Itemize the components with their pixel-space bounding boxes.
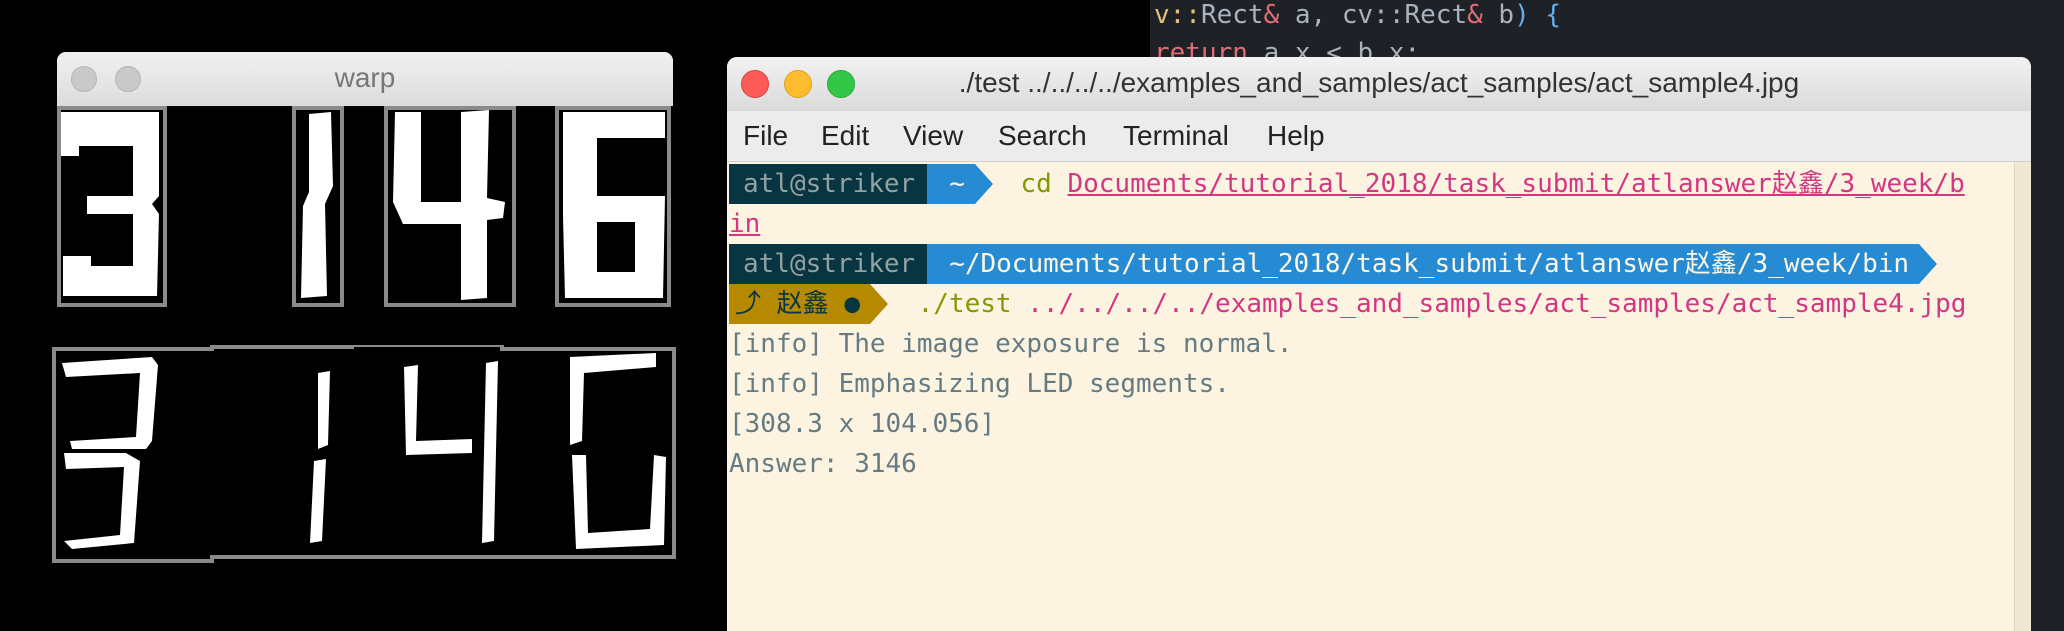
code-line: v::Rect& a, cv::Rect& b) { bbox=[1154, 0, 1562, 30]
segment-3-bottom bbox=[64, 453, 140, 549]
terminal-window: ./test ../../../../examples_and_samples/… bbox=[727, 57, 2031, 631]
prompt-path: ~/Documents/tutorial_2018/task_submit/at… bbox=[927, 244, 1920, 284]
warp-image bbox=[57, 106, 673, 307]
menu-help[interactable]: Help bbox=[1267, 120, 1325, 152]
segment-3-top bbox=[62, 357, 158, 449]
terminal-body[interactable]: atl@striker ~ cd Documents/tutorial_2018/… bbox=[727, 162, 2015, 631]
wrapped-line: in bbox=[729, 204, 760, 244]
segmented-digits-image bbox=[57, 106, 673, 307]
segment-4-left bbox=[404, 365, 472, 455]
output-line: [308.3 x 104.056] bbox=[729, 409, 996, 439]
led-segments-svg bbox=[52, 343, 676, 563]
git-branch: 赵鑫 ● bbox=[776, 289, 860, 319]
prompt-separator bbox=[1919, 244, 1938, 284]
segment-6-top bbox=[570, 353, 656, 445]
segment-6-bottom bbox=[572, 455, 666, 549]
prompt-line: atl@striker ~ cd Documents/tutorial_2018/… bbox=[729, 164, 1965, 204]
prompt-user: atl@striker bbox=[729, 244, 928, 284]
command-argument[interactable]: Documents/tutorial_2018/task_submit/atla… bbox=[1067, 169, 1964, 199]
output-line: [info] Emphasizing LED segments. bbox=[729, 369, 1230, 399]
segment-1-top bbox=[318, 371, 330, 449]
scrollbar[interactable] bbox=[2014, 162, 2031, 631]
git-segment: ⤴ 赵鑫 ● bbox=[729, 284, 870, 324]
branch-icon: ⤴ bbox=[735, 289, 762, 319]
menu-terminal[interactable]: Terminal bbox=[1123, 120, 1229, 152]
prompt-path: ~ bbox=[927, 164, 975, 204]
window-title: ./test ../../../../examples_and_samples/… bbox=[958, 67, 1800, 98]
led-segments-image bbox=[52, 343, 678, 565]
command-argument-wrap[interactable]: in bbox=[729, 209, 760, 239]
segment-4-right bbox=[482, 361, 498, 543]
output-line: [info] The image exposure is normal. bbox=[729, 329, 1293, 359]
terminal-titlebar[interactable]: ./test ../../../../examples_and_samples/… bbox=[727, 57, 2031, 111]
output-line: Answer: 3146 bbox=[729, 449, 917, 479]
digit-6-box bbox=[555, 106, 671, 307]
menu-bar: File Edit View Search Terminal Help bbox=[727, 111, 2031, 162]
segment-1-bottom bbox=[310, 459, 326, 543]
command-argument: ../../../../examples_and_samples/act_sam… bbox=[1027, 289, 1967, 319]
prompt-line: atl@striker ~/Documents/tutorial_2018/tas… bbox=[729, 244, 1938, 284]
menu-file[interactable]: File bbox=[743, 120, 788, 152]
prompt-user: atl@striker bbox=[729, 164, 928, 204]
warp-titlebar[interactable]: warp bbox=[57, 52, 673, 107]
menu-edit[interactable]: Edit bbox=[821, 120, 869, 152]
menu-view[interactable]: View bbox=[903, 120, 963, 152]
window-title: warp bbox=[334, 62, 396, 93]
command: cd bbox=[1020, 169, 1052, 199]
prompt-line: ⤴ 赵鑫 ● ./test ../../../../examples_and_s… bbox=[729, 284, 1966, 324]
warp-window: warp bbox=[57, 52, 673, 307]
command: ./test bbox=[917, 289, 1012, 319]
prompt-separator bbox=[869, 284, 888, 324]
menu-search[interactable]: Search bbox=[998, 120, 1087, 152]
prompt-separator bbox=[974, 164, 993, 204]
